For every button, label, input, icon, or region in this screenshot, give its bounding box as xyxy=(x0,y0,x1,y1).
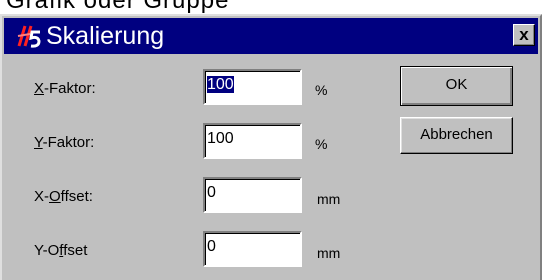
background-window-title: Grafik oder Gruppe xyxy=(6,0,230,14)
scaling-dialog: Skalierung x X-Faktor: 100 % Y-Faktor: 1… xyxy=(0,14,542,280)
rs-app-logo-icon xyxy=(16,23,42,49)
dialog-title: Skalierung xyxy=(46,22,165,50)
ok-button[interactable]: OK xyxy=(400,66,513,106)
y-factor-label: Y-Faktor: xyxy=(34,134,95,151)
x-offset-unit: mm xyxy=(317,191,341,207)
x-factor-input[interactable]: 100 xyxy=(203,69,302,105)
cancel-button[interactable]: Abbrechen xyxy=(400,117,513,154)
y-factor-unit: % xyxy=(315,136,328,152)
y-offset-unit: mm xyxy=(317,245,341,261)
x-offset-label: X-Offset: xyxy=(34,188,93,205)
y-offset-label: Y-Offset xyxy=(34,242,88,259)
close-button[interactable]: x xyxy=(513,24,535,46)
close-icon: x xyxy=(519,25,529,44)
x-factor-label: X-Faktor: xyxy=(34,80,96,97)
y-factor-input[interactable]: 100 xyxy=(203,123,302,159)
title-bar[interactable]: Skalierung x xyxy=(4,18,538,54)
x-offset-input[interactable]: 0 xyxy=(203,177,302,213)
y-offset-input[interactable]: 0 xyxy=(203,231,302,267)
x-factor-unit: % xyxy=(315,82,328,98)
